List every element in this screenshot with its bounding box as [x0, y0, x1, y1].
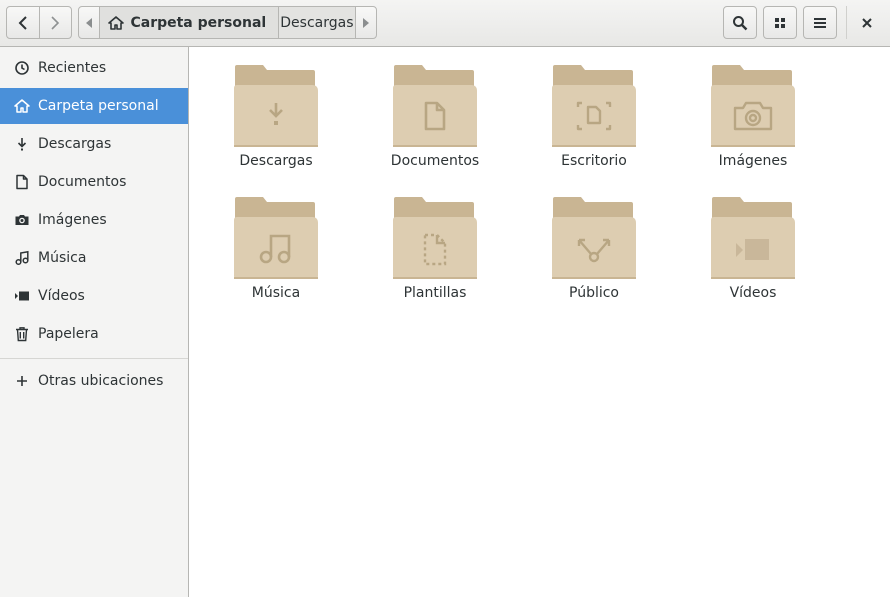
menu-button[interactable] — [803, 6, 837, 39]
pan-end-icon — [362, 17, 369, 28]
header-bar: Carpeta personal Descargas — [0, 0, 890, 47]
folder-label: Escritorio — [561, 153, 627, 169]
path-scroll-right-button[interactable] — [354, 7, 376, 38]
sidebar-item-label: Recientes — [38, 60, 107, 76]
sidebar-item-label: Otras ubicaciones — [38, 373, 164, 389]
folder-label: Descargas — [239, 153, 313, 169]
camera-icon — [14, 212, 30, 228]
go-previous-icon — [18, 15, 27, 30]
sidebar: Recientes Carpeta personal Descargas Doc… — [0, 47, 189, 597]
sidebar-item-carpeta-personal[interactable]: Carpeta personal — [0, 88, 188, 124]
folder-icon — [393, 197, 477, 279]
sidebar-item-otras-ubicaciones[interactable]: Otras ubicaciones — [0, 363, 188, 399]
navigation-buttons — [6, 6, 72, 39]
close-button[interactable] — [852, 6, 882, 39]
go-next-icon — [51, 15, 60, 30]
folder-label: Público — [569, 285, 619, 301]
sidebar-item-videos[interactable]: Vídeos — [0, 278, 188, 314]
music-icon — [14, 250, 30, 266]
download-icon — [14, 136, 30, 152]
folder-icon — [234, 65, 318, 147]
path-bar: Carpeta personal Descargas — [78, 6, 377, 39]
folder-icon — [711, 65, 795, 147]
folder-icon — [552, 65, 636, 147]
sidebar-item-descargas[interactable]: Descargas — [0, 126, 188, 162]
folder-label: Vídeos — [729, 285, 777, 301]
folder-item[interactable]: Plantillas — [375, 195, 495, 325]
folder-item[interactable]: Documentos — [375, 63, 495, 193]
sidebar-item-label: Imágenes — [38, 212, 107, 228]
folder-icon — [552, 197, 636, 279]
folder-item[interactable]: Vídeos — [693, 195, 813, 325]
folder-label: Documentos — [390, 153, 480, 169]
file-view: Descargas Documentos Escritorio Imágenes… — [190, 47, 890, 597]
home-icon — [14, 98, 30, 114]
sidebar-item-documentos[interactable]: Documentos — [0, 164, 188, 200]
folder-label: Plantillas — [403, 285, 467, 301]
trash-icon — [14, 326, 30, 342]
path-crumb-home[interactable]: Carpeta personal — [100, 7, 280, 38]
home-icon — [108, 15, 125, 30]
folder-item[interactable]: Imágenes — [693, 63, 813, 193]
folder-item[interactable]: Escritorio — [534, 63, 654, 193]
folder-label: Música — [251, 285, 301, 301]
view-mode-button[interactable] — [763, 6, 797, 39]
folder-icon — [393, 65, 477, 147]
path-crumb-descargas[interactable]: Descargas — [279, 7, 355, 38]
forward-button[interactable] — [38, 7, 72, 38]
sidebar-item-label: Música — [38, 250, 87, 266]
sidebar-item-label: Descargas — [38, 136, 112, 152]
view-grid-icon — [775, 17, 785, 28]
path-scroll-left-button[interactable] — [79, 7, 101, 38]
open-menu-icon — [814, 17, 826, 28]
plus-icon — [14, 373, 30, 389]
sidebar-item-label: Carpeta personal — [38, 98, 159, 114]
folder-icon — [234, 197, 318, 279]
sidebar-item-musica[interactable]: Música — [0, 240, 188, 276]
sidebar-item-imagenes[interactable]: Imágenes — [0, 202, 188, 238]
back-button[interactable] — [7, 7, 39, 38]
video-icon — [14, 288, 30, 304]
close-icon — [862, 17, 872, 28]
sidebar-separator — [0, 358, 188, 359]
sidebar-item-recientes[interactable]: Recientes — [0, 50, 188, 86]
search-button[interactable] — [723, 6, 757, 39]
path-crumb-descargas-label: Descargas — [280, 14, 354, 31]
folder-item[interactable]: Público — [534, 195, 654, 325]
folder-item[interactable]: Descargas — [216, 63, 336, 193]
folder-icon — [711, 197, 795, 279]
header-separator — [846, 6, 847, 39]
folder-item[interactable]: Música — [216, 195, 336, 325]
sidebar-item-label: Documentos — [38, 174, 127, 190]
clock-icon — [14, 60, 30, 76]
document-icon — [14, 174, 30, 190]
sidebar-item-papelera[interactable]: Papelera — [0, 316, 188, 352]
path-crumb-home-label: Carpeta personal — [130, 14, 267, 31]
folder-label: Imágenes — [718, 153, 788, 169]
sidebar-item-label: Vídeos — [38, 288, 85, 304]
search-icon — [733, 15, 748, 30]
pan-start-icon — [86, 17, 93, 28]
sidebar-item-label: Papelera — [38, 326, 99, 342]
